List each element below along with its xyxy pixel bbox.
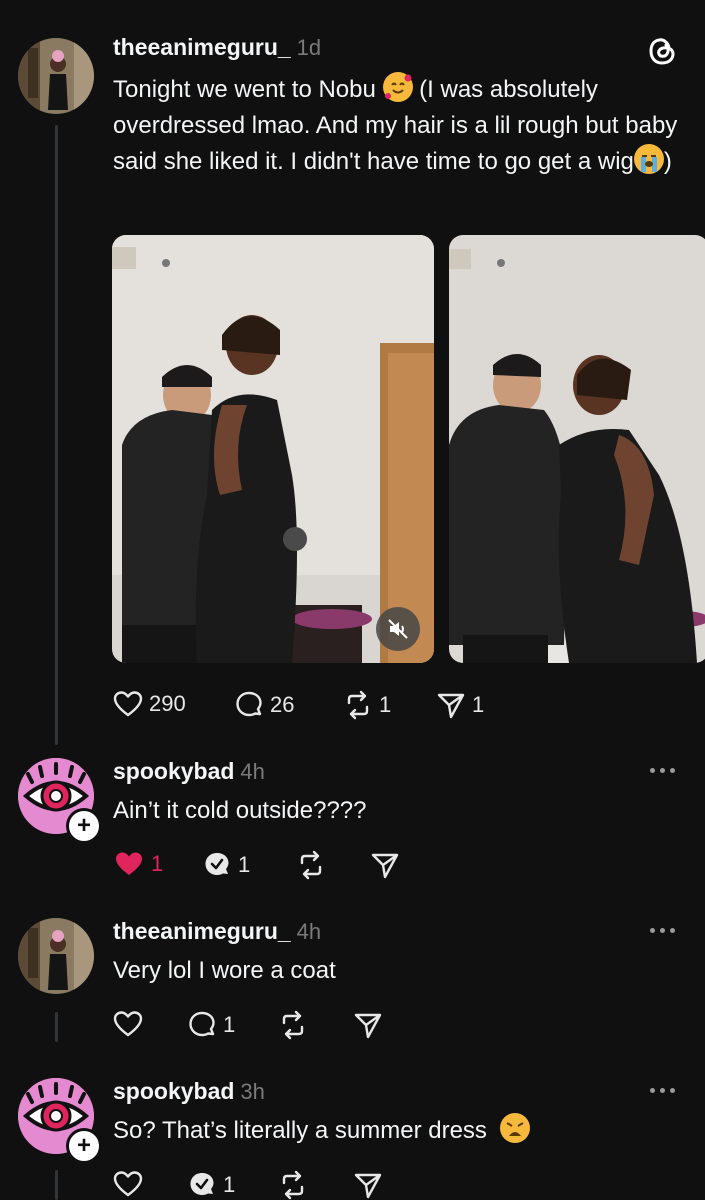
reply-3-comment-button[interactable]: 1 (187, 1170, 235, 1200)
reply-2-share-button[interactable] (353, 1010, 383, 1040)
comment-bubble-icon (236, 691, 262, 717)
comment-button[interactable]: 26 (234, 690, 294, 720)
repost-icon (347, 690, 369, 720)
repost-button[interactable]: 1 (343, 690, 391, 720)
reply-1-header: spookybad 4h (113, 758, 265, 785)
paper-plane-icon (437, 693, 465, 719)
post-text: Tonight we went to Nobu (I was absolutel… (113, 72, 688, 180)
reply-1-repost-button[interactable] (296, 850, 326, 880)
reply-1-text: Ain’t it cold outside???? (113, 797, 367, 824)
like-count: 290 (149, 691, 186, 716)
weary-face-emoji-icon (499, 1113, 530, 1143)
heart-icon (113, 1171, 143, 1197)
post-photo-2[interactable] (449, 235, 705, 663)
reply-3-follow-button[interactable]: + (66, 1128, 102, 1164)
reply-2-username[interactable]: theeanimeguru_ (113, 918, 291, 944)
reply-1-follow-button[interactable]: + (66, 808, 102, 844)
heart-filled-icon (116, 852, 142, 875)
reply-1-comment-button[interactable]: 1 (202, 850, 250, 880)
reply-2-thread-line (55, 1012, 58, 1042)
reply-2-repost-button[interactable] (278, 1010, 308, 1040)
like-button[interactable]: 290 (113, 690, 186, 718)
reply-2-more-icon[interactable] (650, 928, 675, 933)
reply-1-share-button[interactable] (370, 850, 400, 880)
post-header: theeanimeguru_ 1d (113, 34, 321, 61)
repost-icon (282, 1010, 304, 1040)
heart-icon (113, 1011, 143, 1037)
comment-count: 26 (270, 692, 295, 717)
repost-icon (300, 850, 322, 880)
reply-1-username[interactable]: spookybad (113, 758, 234, 784)
post-text-part-1: Tonight we went to Nobu (113, 76, 376, 103)
reply-2-header: theeanimeguru_ 4h (113, 918, 321, 945)
repost-icon (282, 1170, 304, 1200)
reply-2-avatar[interactable] (18, 918, 94, 994)
reply-3-share-button[interactable] (353, 1170, 383, 1200)
reply-1-time: 4h (240, 759, 265, 784)
reply-1-comment-count: 1 (238, 852, 251, 877)
paper-plane-icon (371, 853, 399, 879)
post-avatar[interactable] (18, 38, 94, 114)
post-username[interactable]: theeanimeguru_ (113, 34, 291, 60)
reply-3-time: 3h (240, 1079, 265, 1104)
reply-3-username[interactable]: spookybad (113, 1078, 234, 1104)
reply-3-thread-line (55, 1170, 58, 1200)
post-time: 1d (296, 35, 322, 60)
reply-3-like-button[interactable] (113, 1170, 143, 1198)
post-thread-line (55, 125, 58, 745)
reply-2-like-button[interactable] (113, 1010, 143, 1038)
reply-3-more-icon[interactable] (650, 1088, 675, 1093)
speaker-muted-icon (388, 619, 408, 639)
share-count: 1 (472, 692, 485, 717)
post-photo-1[interactable] (112, 235, 434, 663)
heart-icon (113, 691, 143, 717)
reply-3-text-row: So? That’s literally a summer dress (113, 1113, 530, 1149)
avatar-image (18, 38, 94, 114)
reply-1-like-button[interactable]: 1 (113, 850, 163, 878)
repost-count: 1 (379, 692, 392, 717)
loudly-crying-face-emoji-icon (633, 144, 664, 174)
comment-bubble-icon (189, 1011, 215, 1037)
share-button[interactable]: 1 (436, 690, 484, 720)
mute-button[interactable] (376, 607, 420, 651)
reply-1-more-icon[interactable] (650, 768, 675, 773)
smiling-face-with-hearts-emoji-icon (382, 72, 413, 102)
couple-kiss-photo-image (449, 235, 705, 663)
paper-plane-icon (354, 1173, 382, 1199)
reply-3-text: So? That’s literally a summer dress (113, 1117, 487, 1144)
couple-photo-image (112, 235, 434, 663)
reply-3-repost-button[interactable] (278, 1170, 308, 1200)
reply-3-header: spookybad 3h (113, 1078, 265, 1105)
comment-checked-icon (190, 1173, 214, 1195)
reply-1-like-count: 1 (151, 851, 164, 876)
post-text-part-3: ) (663, 148, 672, 175)
reply-2-comment-count: 1 (223, 1012, 236, 1037)
reply-2-comment-button[interactable]: 1 (187, 1010, 235, 1040)
reply-2-time: 4h (296, 919, 322, 944)
comment-checked-icon (205, 853, 229, 875)
reply-3-comment-count: 1 (223, 1172, 236, 1197)
threads-logo-icon[interactable] (648, 36, 676, 71)
reply-2-text: Very lol I wore a coat (113, 957, 336, 984)
paper-plane-icon (354, 1013, 382, 1039)
avatar-image (18, 918, 94, 994)
